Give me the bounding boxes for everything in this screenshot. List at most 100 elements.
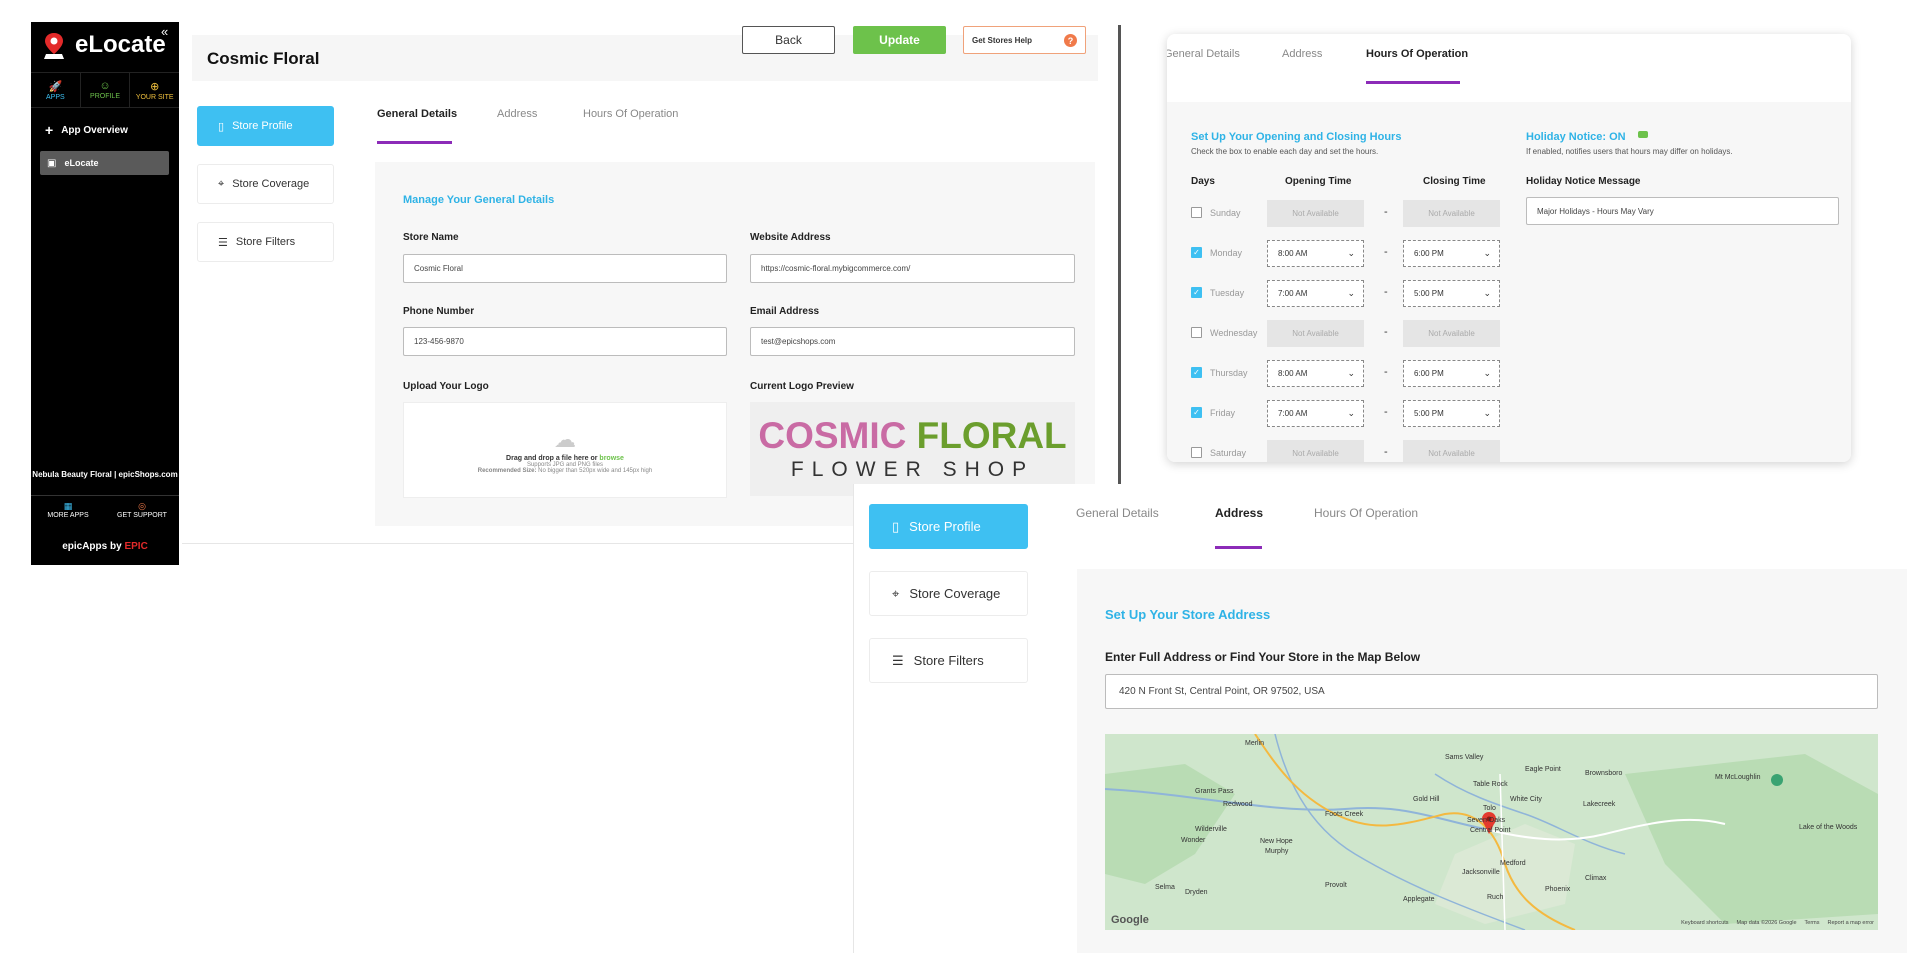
- brand-prefix: epicApps by: [62, 541, 122, 552]
- sidebar-item-elocate[interactable]: ▣ eLocate: [40, 151, 169, 175]
- map-canvas[interactable]: [1105, 734, 1878, 930]
- sidebar-nav-your-site[interactable]: ⊕ YOUR SITE: [130, 73, 179, 107]
- website-input[interactable]: https://cosmic-floral.mybigcommerce.com/: [750, 254, 1075, 283]
- closing-time-select-tuesday[interactable]: 5:00 PM ⌄: [1403, 280, 1500, 307]
- map-pin-logo-icon: [44, 33, 64, 59]
- day-checkbox-wednesday[interactable]: [1191, 327, 1202, 338]
- address-input[interactable]: 420 N Front St, Central Point, OR 97502,…: [1105, 674, 1878, 709]
- tab-hours-of-operation[interactable]: Hours Of Operation: [1366, 48, 1468, 60]
- tab-hours-of-operation[interactable]: Hours Of Operation: [1314, 506, 1418, 520]
- recommended-size-label: Recommended Size:: [477, 467, 537, 474]
- holiday-notice-title: Holiday Notice: ON: [1526, 131, 1626, 143]
- get-support-button[interactable]: ◎ GET SUPPORT: [105, 496, 179, 523]
- help-label: Get Stores Help: [972, 35, 1033, 45]
- chevron-down-icon: ⌄: [1347, 368, 1355, 378]
- select-value: 7:00 AM: [1278, 409, 1308, 418]
- select-value: 5:00 PM: [1414, 409, 1444, 418]
- plus-icon: +: [45, 122, 54, 138]
- tab-general-details[interactable]: General Details: [1076, 506, 1159, 520]
- tab-general-details[interactable]: General Details: [1167, 48, 1240, 60]
- update-button[interactable]: Update: [853, 26, 946, 54]
- side-menu-store-filters[interactable]: ☰ Store Filters: [197, 222, 334, 262]
- get-stores-help-button[interactable]: Get Stores Help ?: [963, 26, 1086, 54]
- store-location-map[interactable]: [1105, 734, 1878, 930]
- tab-address[interactable]: Address: [497, 108, 537, 120]
- store-name-input[interactable]: Cosmic Floral: [403, 254, 727, 283]
- email-input[interactable]: test@epicshops.com: [750, 327, 1075, 356]
- opening-time-select-thursday[interactable]: 8:00 AM ⌄: [1267, 360, 1364, 387]
- map-icon: ⌖: [218, 177, 225, 190]
- upload-cloud-icon: ☁: [554, 426, 576, 452]
- side-menu-store-coverage[interactable]: ⌖ Store Coverage: [869, 571, 1028, 616]
- holiday-message-input[interactable]: Major Holidays - Hours May Vary: [1526, 197, 1839, 225]
- logo-preview-label: Current Logo Preview: [750, 381, 854, 392]
- opening-time-select-monday[interactable]: 8:00 AM ⌄: [1267, 240, 1364, 267]
- grid-icon: ▦: [63, 500, 73, 511]
- day-name: Wednesday: [1210, 327, 1258, 338]
- store-name-label: Nebula Beauty Floral | epicShops.com: [32, 470, 178, 479]
- profile-icon: ☺: [99, 80, 111, 92]
- store-icon: ▣: [47, 157, 57, 169]
- logo-dropzone[interactable]: ☁ Drag and drop a file here or browse Su…: [403, 402, 727, 498]
- day-row-tuesday: ✓ Tuesday: [1191, 287, 1244, 298]
- closing-time-unavailable: Not Available: [1403, 320, 1500, 347]
- side-menu-store-coverage[interactable]: ⌖ Store Coverage: [197, 164, 334, 204]
- time-separator: -: [1384, 206, 1388, 218]
- tab-address[interactable]: Address: [1282, 48, 1322, 60]
- question-icon: ?: [1064, 34, 1077, 47]
- brand-epic-logo: EPIC: [124, 541, 148, 552]
- side-menu-store-profile[interactable]: ▯ Store Profile: [197, 106, 334, 146]
- tab-address[interactable]: Address: [1215, 506, 1263, 520]
- day-checkbox-saturday[interactable]: [1191, 447, 1202, 458]
- closing-time-select-thursday[interactable]: 6:00 PM ⌄: [1403, 360, 1500, 387]
- side-menu-store-profile[interactable]: ▯ Store Profile: [869, 504, 1028, 549]
- website-label: Website Address: [750, 232, 831, 243]
- section-title: Manage Your General Details: [403, 194, 555, 206]
- active-tab-underline: [1215, 546, 1262, 549]
- chevron-down-icon: ⌄: [1347, 248, 1355, 258]
- tab-hours-of-operation[interactable]: Hours Of Operation: [583, 108, 678, 120]
- time-separator: -: [1384, 406, 1388, 418]
- sidebar-item-app-overview[interactable]: + App Overview: [45, 122, 128, 138]
- side-menu-label: Store Filters: [235, 236, 296, 248]
- opening-time-select-friday[interactable]: 7:00 AM ⌄: [1267, 400, 1364, 427]
- dropzone-recommended: Recommended Size: No bigger than 520px w…: [478, 468, 652, 474]
- time-separator: -: [1384, 366, 1388, 378]
- hours-of-operation-card: General Details Address Hours Of Operati…: [1167, 34, 1851, 462]
- day-row-saturday: Saturday: [1191, 447, 1246, 458]
- profile-card-icon: ▯: [892, 518, 900, 534]
- sidebar-nav-profile[interactable]: ☺ PROFILE: [81, 73, 131, 107]
- day-checkbox-sunday[interactable]: [1191, 207, 1202, 218]
- time-separator: -: [1384, 446, 1388, 458]
- day-checkbox-thursday[interactable]: ✓: [1191, 367, 1202, 378]
- opening-time-select-tuesday[interactable]: 7:00 AM ⌄: [1267, 280, 1364, 307]
- sidebar-item-label: eLocate: [64, 158, 99, 168]
- app-sidebar: « eLocate 🚀 APPS ☺ PROFILE ⊕ YOUR SITE +…: [31, 22, 179, 565]
- side-menu-store-filters[interactable]: ☰ Store Filters: [869, 638, 1028, 683]
- day-checkbox-monday[interactable]: ✓: [1191, 247, 1202, 258]
- day-checkbox-friday[interactable]: ✓: [1191, 407, 1202, 418]
- browse-link[interactable]: browse: [599, 455, 624, 462]
- tab-general-details[interactable]: General Details: [377, 108, 457, 120]
- select-value: 8:00 AM: [1278, 369, 1308, 378]
- day-name: Saturday: [1210, 447, 1247, 458]
- rocket-icon: 🚀: [48, 80, 63, 93]
- sidebar-item-label: App Overview: [61, 124, 128, 136]
- map-icon: ⌖: [892, 585, 900, 601]
- holiday-message-label: Holiday Notice Message: [1526, 176, 1641, 187]
- day-name: Friday: [1210, 407, 1236, 418]
- closing-time-unavailable: Not Available: [1403, 440, 1500, 462]
- more-apps-label: MORE APPS: [47, 511, 89, 519]
- closing-time-select-monday[interactable]: 6:00 PM ⌄: [1403, 240, 1500, 267]
- day-checkbox-tuesday[interactable]: ✓: [1191, 287, 1202, 298]
- sidebar-nav-apps[interactable]: 🚀 APPS: [31, 73, 81, 107]
- closing-time-select-friday[interactable]: 5:00 PM ⌄: [1403, 400, 1500, 427]
- back-button[interactable]: Back: [742, 26, 835, 54]
- chevron-down-icon: ⌄: [1483, 408, 1491, 418]
- phone-input[interactable]: 123-456-9870: [403, 327, 727, 356]
- holiday-notice-toggle[interactable]: [1638, 131, 1648, 138]
- more-apps-button[interactable]: ▦ MORE APPS: [31, 496, 105, 523]
- logo-word-cosmic: COSMIC: [758, 414, 907, 456]
- time-separator: -: [1384, 286, 1388, 298]
- brand-footer: epicApps by EPIC: [31, 541, 179, 552]
